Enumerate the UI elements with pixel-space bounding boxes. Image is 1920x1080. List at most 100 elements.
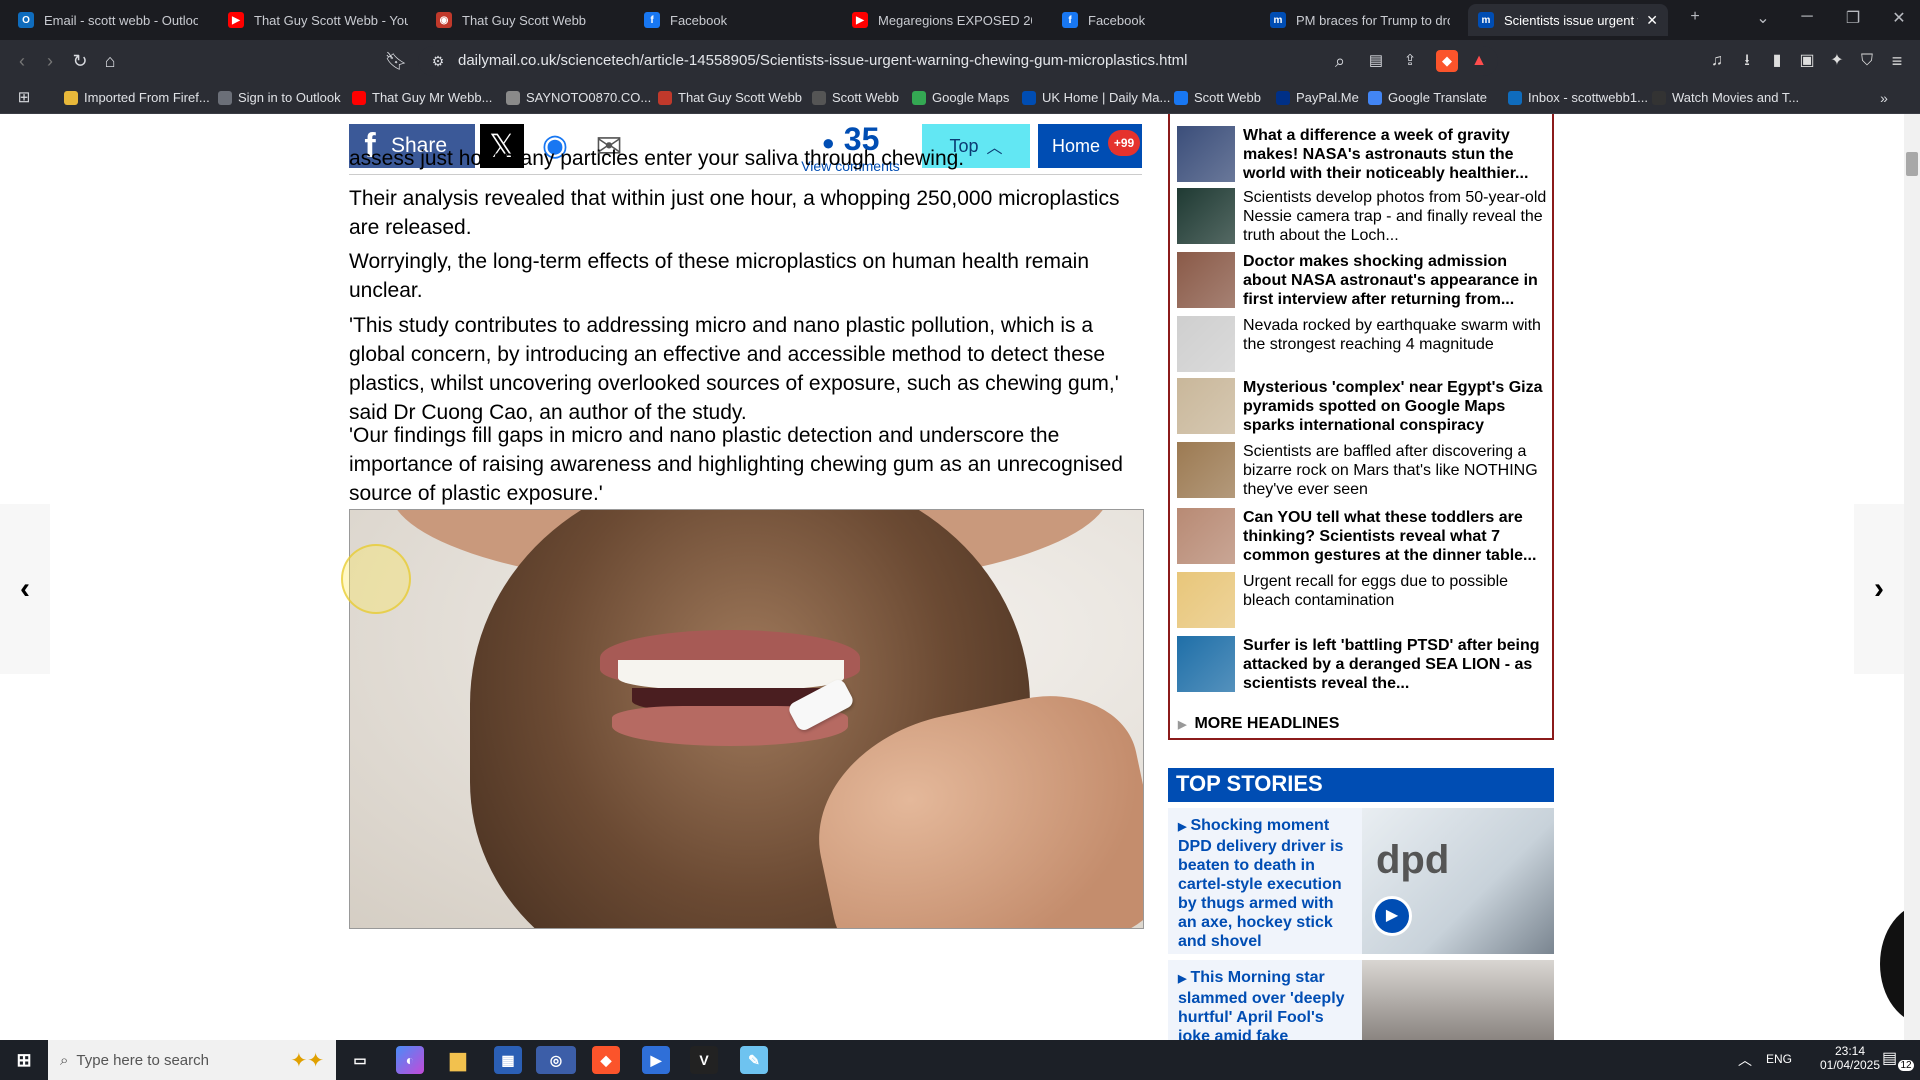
play-icon[interactable]: ▶: [1372, 896, 1412, 936]
tab-6[interactable]: f Facebook: [1052, 4, 1252, 36]
headline-item[interactable]: Mysterious 'complex' near Egypt's Giza p…: [1177, 378, 1547, 434]
page-scrollbar[interactable]: [1904, 114, 1920, 1040]
reload-icon[interactable]: ↻: [68, 49, 92, 73]
home-icon[interactable]: ⌂: [98, 49, 122, 73]
language-indicator[interactable]: ENG: [1766, 1052, 1792, 1066]
brave-rewards-icon[interactable]: ▲: [1468, 50, 1490, 72]
bookmark-item[interactable]: Scott Webb: [812, 90, 899, 105]
bookmark-item[interactable]: UK Home | Daily Ma...: [1022, 90, 1170, 105]
url-text[interactable]: dailymail.co.uk/sciencetech/article-1455…: [458, 52, 1187, 69]
download-icon[interactable]: ⭳: [1736, 50, 1758, 72]
tab-3[interactable]: ◉ That Guy Scott Webb: [426, 4, 626, 36]
top-story-item[interactable]: ▶ Shocking moment DPD delivery driver is …: [1168, 808, 1554, 954]
close-window-icon[interactable]: ✕: [1884, 8, 1914, 28]
tab-4[interactable]: f Facebook: [634, 4, 834, 36]
media-player-icon[interactable]: ▶: [642, 1046, 670, 1074]
top-story-headline[interactable]: ▶ This Morning star slammed over 'deeply …: [1178, 968, 1354, 1040]
zoom-icon[interactable]: ⌕: [1328, 49, 1352, 73]
bookmark-item[interactable]: Google Translate: [1368, 90, 1487, 105]
notes-icon[interactable]: ✎: [740, 1046, 768, 1074]
top-story-item[interactable]: ▶ This Morning star slammed over 'deeply …: [1168, 960, 1554, 1040]
floating-video-thumb[interactable]: [1880, 904, 1904, 1024]
restore-icon[interactable]: ❐: [1838, 8, 1868, 28]
top-story-headline[interactable]: ▶ Shocking moment DPD delivery driver is …: [1178, 816, 1354, 951]
bookmark-item[interactable]: That Guy Scott Webb: [658, 90, 802, 105]
headline-item[interactable]: Urgent recall for eggs due to possible b…: [1177, 572, 1547, 628]
notification-center-icon[interactable]: ▤: [1882, 1048, 1897, 1068]
minimize-icon[interactable]: ─: [1792, 8, 1822, 26]
site-info-icon[interactable]: ⚙: [426, 49, 450, 73]
headline-thumbnail[interactable]: [1177, 378, 1235, 434]
task-view-icon[interactable]: ▭: [346, 1046, 374, 1074]
scrollbar-thumb[interactable]: [1906, 152, 1918, 176]
wallet-icon[interactable]: ▣: [1796, 50, 1818, 72]
top-story-image[interactable]: [1362, 960, 1554, 1040]
headline-item[interactable]: Scientists develop photos from 50-year-o…: [1177, 188, 1547, 244]
prev-article-button[interactable]: ‹: [0, 504, 50, 674]
top-story-image[interactable]: dpd ▶: [1362, 808, 1554, 954]
bookmark-item[interactable]: SAYNOTO0870.CO...: [506, 90, 651, 105]
headline-thumbnail[interactable]: [1177, 188, 1235, 244]
taskbar-search-box[interactable]: ⌕ Type here to search ✦✦: [48, 1040, 336, 1080]
new-tab-button[interactable]: +: [1680, 8, 1710, 26]
more-headlines-link[interactable]: ▶ MORE HEADLINES: [1178, 715, 1339, 733]
headline-text[interactable]: What a difference a week of gravity make…: [1243, 126, 1547, 182]
tab-search-icon[interactable]: ⌄: [1748, 8, 1778, 28]
bookmark-item[interactable]: Inbox - scottwebb1...: [1508, 90, 1648, 105]
store-icon[interactable]: ▦: [494, 1046, 522, 1074]
forward-icon[interactable]: ›: [38, 49, 62, 73]
bookmark-item[interactable]: Watch Movies and T...: [1652, 90, 1799, 105]
headline-text[interactable]: Mysterious 'complex' near Egypt's Giza p…: [1243, 378, 1547, 434]
tab-8[interactable]: m Scientists issue urgent wa ✕: [1468, 4, 1668, 36]
tray-chevron-icon[interactable]: ︿: [1738, 1050, 1752, 1070]
back-icon[interactable]: ‹: [10, 49, 34, 73]
clock[interactable]: 23:14 01/04/2025: [1810, 1044, 1890, 1072]
bookmark-icon[interactable]: 🔖︎: [384, 49, 408, 73]
bookmark-item[interactable]: Google Maps: [912, 90, 1009, 105]
sidebar-icon[interactable]: ▮: [1766, 50, 1788, 72]
bookmark-item[interactable]: Scott Webb: [1174, 90, 1261, 105]
active-app-icon[interactable]: ◎: [536, 1046, 576, 1074]
reader-icon[interactable]: ▤: [1364, 49, 1388, 73]
vivaldi-icon[interactable]: V: [690, 1046, 718, 1074]
file-explorer-icon[interactable]: ▆: [444, 1046, 472, 1074]
headline-text[interactable]: Can YOU tell what these toddlers are thi…: [1243, 508, 1547, 564]
copilot-icon[interactable]: ◐: [396, 1046, 424, 1074]
tab-7[interactable]: m PM braces for Trump to drop: [1260, 4, 1460, 36]
article-image[interactable]: [349, 509, 1144, 929]
bookmark-item[interactable]: Sign in to Outlook: [218, 90, 341, 105]
headline-text[interactable]: Urgent recall for eggs due to possible b…: [1243, 572, 1547, 628]
headline-thumbnail[interactable]: [1177, 252, 1235, 308]
headline-item[interactable]: Surfer is left 'battling PTSD' after bei…: [1177, 636, 1547, 692]
headline-item[interactable]: Can YOU tell what these toddlers are thi…: [1177, 508, 1547, 564]
share-icon[interactable]: ⇪: [1398, 49, 1422, 73]
headline-thumbnail[interactable]: [1177, 636, 1235, 692]
brave-shield-icon[interactable]: ◆: [1436, 50, 1458, 72]
next-article-button[interactable]: ›: [1854, 504, 1904, 674]
close-tab-icon[interactable]: ✕: [1646, 12, 1658, 29]
menu-icon[interactable]: ≡: [1886, 50, 1908, 72]
tab-2[interactable]: ▶ That Guy Scott Webb - YouTube: [218, 4, 418, 36]
bookmark-item[interactable]: Imported From Firef...: [64, 90, 210, 105]
bookmark-item[interactable]: PayPal.Me: [1276, 90, 1359, 105]
headline-item[interactable]: Doctor makes shocking admission about NA…: [1177, 252, 1547, 308]
headline-text[interactable]: Scientists develop photos from 50-year-o…: [1243, 188, 1547, 244]
headline-thumbnail[interactable]: [1177, 316, 1235, 372]
tab-5[interactable]: ▶ Megaregions EXPOSED 2025: [842, 4, 1042, 36]
headline-text[interactable]: Nevada rocked by earthquake swarm with t…: [1243, 316, 1547, 372]
vpn-icon[interactable]: ⛉: [1856, 50, 1878, 72]
windows-start-icon[interactable]: ⊞: [10, 1046, 38, 1074]
headline-thumbnail[interactable]: [1177, 126, 1235, 182]
more-bookmarks-icon[interactable]: »: [1872, 86, 1896, 110]
apps-grid-icon[interactable]: ⊞: [12, 86, 36, 110]
headline-thumbnail[interactable]: [1177, 508, 1235, 564]
headline-text[interactable]: Scientists are baffled after discovering…: [1243, 442, 1547, 498]
tab-1[interactable]: O Email - scott webb - Outlook: [8, 4, 208, 36]
bookmark-item[interactable]: That Guy Mr Webb...: [352, 90, 492, 105]
brave-browser-icon[interactable]: ◆: [592, 1046, 620, 1074]
music-icon[interactable]: ♫: [1706, 50, 1728, 72]
leo-ai-icon[interactable]: ✦: [1826, 50, 1848, 72]
headline-text[interactable]: Doctor makes shocking admission about NA…: [1243, 252, 1547, 308]
headline-thumbnail[interactable]: [1177, 572, 1235, 628]
headline-item[interactable]: Scientists are baffled after discovering…: [1177, 442, 1547, 498]
